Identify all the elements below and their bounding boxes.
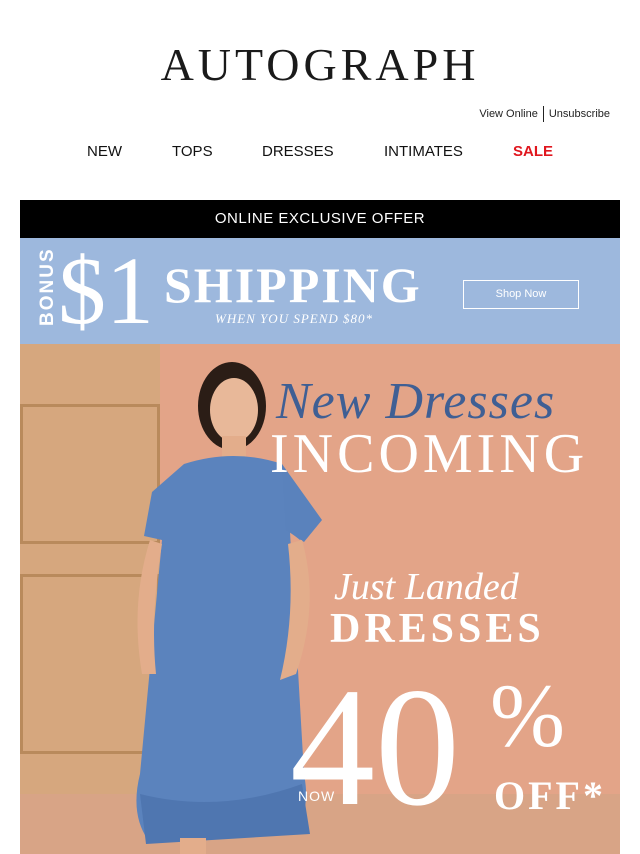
- nav-item-tops[interactable]: TOPS: [172, 142, 213, 162]
- unsubscribe-link[interactable]: Unsubscribe: [549, 108, 610, 120]
- hero-percent: %: [490, 667, 565, 766]
- bonus-label: BONUS: [37, 247, 58, 326]
- main-nav: NEW TOPS DRESSES INTIMATES SALE: [0, 142, 640, 162]
- divider: [542, 106, 544, 122]
- hero-banner[interactable]: New Dresses INCOMING Just Landed DRESSES…: [20, 344, 620, 854]
- hero-subtitle: DRESSES: [330, 606, 545, 652]
- shipping-condition: WHEN YOU SPEND $80*: [215, 311, 374, 326]
- hero-script-title: New Dresses: [276, 373, 556, 430]
- hero-off-label: OFF*: [494, 773, 606, 818]
- nav-item-dresses[interactable]: DRESSES: [262, 142, 334, 162]
- nav-item-intimates[interactable]: INTIMATES: [384, 142, 463, 162]
- hero-subtitle-script: Just Landed: [334, 566, 519, 608]
- offer-bar[interactable]: ONLINE EXCLUSIVE OFFER: [20, 200, 620, 238]
- shipping-banner[interactable]: BONUS $1 SHIPPING WHEN YOU SPEND $80* Sh…: [20, 238, 620, 344]
- shipping-price: $1: [58, 237, 154, 344]
- nav-item-new[interactable]: NEW: [87, 142, 122, 162]
- hero-title: INCOMING: [270, 423, 589, 485]
- view-online-link[interactable]: View Online: [479, 108, 538, 120]
- utility-links: View Online Unsubscribe: [479, 106, 610, 122]
- brand-logo[interactable]: AUTOGRAPH: [0, 40, 640, 90]
- nav-item-sale[interactable]: SALE: [513, 142, 553, 162]
- hero-discount: 40: [290, 653, 460, 841]
- shipping-title: SHIPPING: [164, 257, 422, 313]
- shop-now-button[interactable]: Shop Now: [463, 280, 579, 309]
